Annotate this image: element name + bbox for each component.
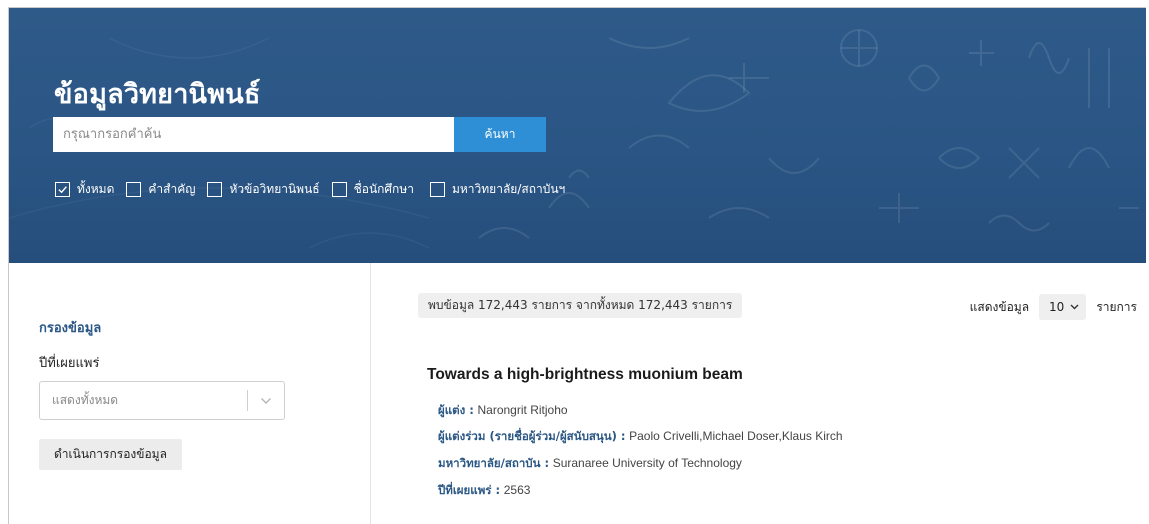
filter-option-thesis-title[interactable]: หัวข้อวิทยานิพนธ์ (207, 180, 320, 199)
checkbox-student-name[interactable] (331, 182, 347, 197)
result-item: Towards a high-brightness muonium beam ผ… (427, 366, 843, 497)
publish-year-select[interactable]: แสดงทั้งหมด (39, 381, 285, 420)
chevron-down-icon (1070, 304, 1079, 310)
result-title-link[interactable]: Towards a high-brightness muonium beam (427, 366, 743, 384)
search-hero: ข้อมูลวิทยานิพนธ์ ค้นหา ทั้งหมด คำสำคัญ … (9, 8, 1146, 263)
search-bar: ค้นหา (53, 117, 546, 152)
page-size-select[interactable]: 10 (1039, 294, 1087, 320)
year-value: 2563 (503, 483, 531, 497)
filter-sidebar-title: กรองข้อมูล (39, 321, 102, 336)
author-value: Narongrit Ritjoho (477, 403, 568, 417)
search-input[interactable] (53, 117, 454, 152)
result-year: ปีที่เผยแพร่ : 2563 (438, 482, 530, 500)
result-university: มหาวิทยาลัย/สถาบัน : Suranaree Universit… (438, 455, 742, 473)
coauthor-value: Paolo Crivelli,Michael Doser,Klaus Kirch (629, 429, 843, 443)
page-title: ข้อมูลวิทยานิพนธ์ (54, 79, 261, 110)
apply-filter-button[interactable]: ดำเนินการกรองข้อมูล (39, 439, 182, 470)
chevron-down-icon (261, 397, 271, 404)
search-scope-filters: ทั้งหมด คำสำคัญ หัวข้อวิทยานิพนธ์ ชื่อนั… (55, 180, 577, 199)
filter-option-all[interactable]: ทั้งหมด (55, 180, 114, 199)
filter-label: คำสำคัญ (148, 182, 196, 196)
filter-label: ชื่อนักศึกษา (353, 182, 414, 196)
checkbox-keyword[interactable] (126, 182, 142, 197)
check-icon (58, 186, 67, 194)
coauthor-label: ผู้แต่งร่วม (รายชื่อผู้ร่วม/ผู้สนับสนุน)… (438, 429, 626, 443)
filter-option-university[interactable]: มหาวิทยาลัย/สถาบันฯ (429, 180, 566, 199)
year-label: ปีที่เผยแพร่ : (438, 483, 501, 497)
author-label: ผู้แต่ง : (438, 403, 474, 417)
result-author: ผู้แต่ง : Narongrit Ritjoho (438, 402, 568, 420)
page-size-control: แสดงข้อมูล 10 รายการ (970, 294, 1137, 320)
page-size-value: 10 (1049, 300, 1065, 314)
select-toggle[interactable] (248, 397, 284, 405)
search-button[interactable]: ค้นหา (454, 117, 546, 152)
page-size-unit: รายการ (1096, 299, 1137, 314)
university-label: มหาวิทยาลัย/สถาบัน : (438, 456, 550, 470)
checkbox-university[interactable] (429, 182, 445, 197)
filter-option-student-name[interactable]: ชื่อนักศึกษา (331, 180, 414, 199)
filter-label: หัวข้อวิทยานิพนธ์ (229, 182, 320, 196)
checkbox-thesis-title[interactable] (207, 182, 223, 197)
publish-year-select-value: แสดงทั้งหมด (52, 393, 119, 407)
result-count-badge: พบข้อมูล 172,443 รายการ จากทั้งหมด 172,4… (418, 293, 743, 318)
university-value: Suranaree University of Technology (552, 456, 742, 470)
result-coauthors: ผู้แต่งร่วม (รายชื่อผู้ร่วม/ผู้สนับสนุน)… (438, 428, 843, 446)
page-frame: ข้อมูลวิทยานิพนธ์ ค้นหา ทั้งหมด คำสำคัญ … (8, 7, 1146, 524)
filter-label: ทั้งหมด (77, 182, 115, 196)
page-size-label: แสดงข้อมูล (969, 299, 1030, 314)
publish-year-label: ปีที่เผยแพร่ (39, 356, 100, 371)
results-panel: พบข้อมูล 172,443 รายการ จากทั้งหมด 172,4… (372, 263, 1146, 524)
filter-option-keyword[interactable]: คำสำคัญ (126, 180, 195, 199)
filter-label: มหาวิทยาลัย/สถาบันฯ (451, 182, 566, 196)
checkbox-all[interactable] (55, 182, 70, 197)
filter-sidebar: กรองข้อมูล ปีที่เผยแพร่ แสดงทั้งหมด ดำเน… (9, 263, 371, 524)
